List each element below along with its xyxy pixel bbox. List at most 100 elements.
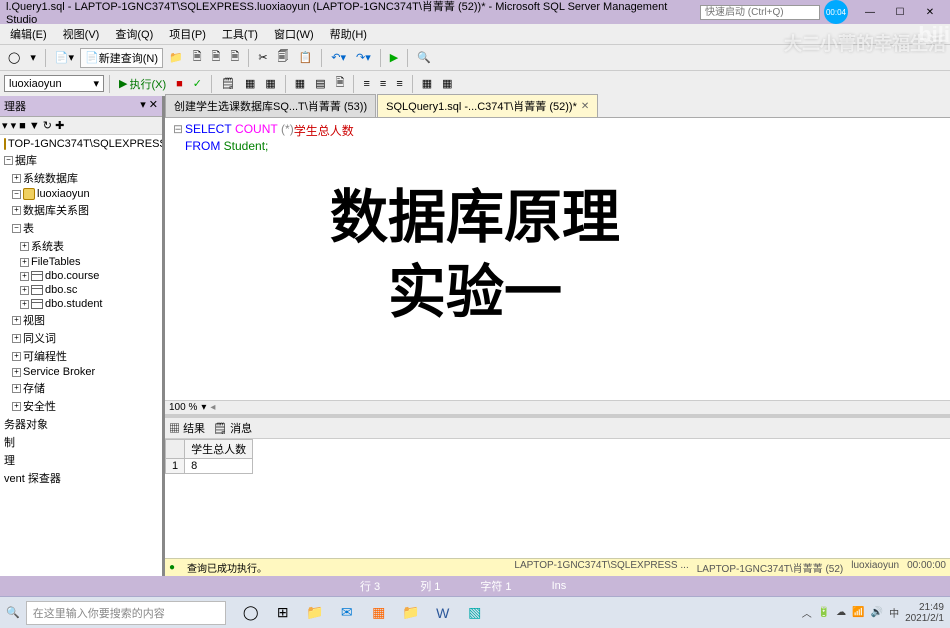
menu-tools[interactable]: 工具(T) — [216, 25, 264, 43]
tree-table-student[interactable]: +dbo.student — [0, 297, 162, 311]
stop-icon[interactable]: ■ — [172, 76, 187, 92]
cortana-icon[interactable]: ◯ — [240, 602, 262, 624]
tab-sqlquery1[interactable]: SQLQuery1.sql -...C374T\肖菁菁 (52))*✕ — [377, 94, 598, 117]
object-tree[interactable]: TOP-1GNC374T\SQLEXPRESS (SQ −据库 +系统数据库 −… — [0, 135, 162, 576]
app1-icon[interactable]: ▦ — [368, 602, 390, 624]
minimize-button[interactable]: — — [856, 4, 884, 20]
status-time: 00:00:00 — [907, 560, 946, 575]
menu-project[interactable]: 项目(P) — [163, 25, 212, 43]
doc-icon[interactable]: 🗎 — [189, 46, 206, 69]
object-explorer: 理器 ▾ ✕ ▾ ▾ ■ ▼ ↻ ✚ TOP-1GNC374T\SQLEXPRE… — [0, 96, 165, 576]
tray-battery-icon[interactable]: 🔋 — [818, 607, 830, 618]
status-ok-icon: ● — [169, 562, 175, 573]
misc2-icon[interactable]: ▦ — [438, 75, 456, 92]
results-tab[interactable]: ▦ 结果 — [169, 420, 205, 436]
tray-clock[interactable]: 21:49 2021/2/1 — [905, 602, 944, 624]
taskview-icon[interactable]: ⊞ — [272, 602, 294, 624]
tree-table-sc[interactable]: +dbo.sc — [0, 283, 162, 297]
misc1-icon[interactable]: ▦ — [418, 75, 436, 92]
tree-userdb[interactable]: −luoxiaoyun — [0, 187, 162, 201]
tree-databases[interactable]: −据库 — [0, 151, 162, 169]
tree-xevent[interactable]: vent 探查器 — [0, 469, 162, 487]
close-button[interactable]: ✕ — [916, 4, 944, 20]
zoom-level[interactable]: 100 % — [169, 402, 197, 413]
status-user: LAPTOP-1GNC374T\肖菁菁 (52) — [697, 560, 844, 575]
status-message: 查询已成功执行。 — [187, 560, 267, 575]
database-combo[interactable]: luoxiaoyun▾ — [4, 75, 104, 92]
new-query-button[interactable]: 📄 新建查询(N) — [80, 48, 163, 68]
quick-launch-input[interactable] — [700, 5, 820, 20]
outdent-icon[interactable]: ≡ — [376, 76, 390, 92]
undo-icon[interactable]: ↶▾ — [327, 49, 350, 66]
explorer-icon[interactable]: 📁 — [304, 602, 326, 624]
results-grid[interactable]: 学生总人数 18 — [165, 439, 950, 474]
tree-systables[interactable]: +系统表 — [0, 237, 162, 255]
result-cell[interactable]: 8 — [185, 459, 253, 474]
tree-diagram[interactable]: +数据库关系图 — [0, 201, 162, 219]
comment-icon[interactable]: ▶ — [386, 49, 402, 66]
indent-icon[interactable]: ≡ — [359, 76, 373, 92]
tray-chevron-icon[interactable]: ︿ — [802, 605, 812, 620]
tray-volume-icon[interactable]: 🔊 — [871, 607, 883, 618]
opts-icon[interactable]: ▦ — [241, 75, 259, 92]
menu-query[interactable]: 查询(Q) — [109, 25, 159, 43]
app3-icon[interactable]: ▧ — [464, 602, 486, 624]
parse-icon[interactable]: ✓ — [189, 75, 206, 92]
sidebar-pin-controls[interactable]: ▾ ✕ — [140, 98, 158, 114]
status-db: luoxiaoyun — [851, 560, 899, 575]
back-icon[interactable]: ◯ — [4, 49, 24, 66]
tree-server[interactable]: TOP-1GNC374T\SQLEXPRESS (SQ — [0, 137, 162, 151]
execute-button[interactable]: ▶ 执行(X) — [115, 75, 170, 93]
tray-wifi-icon[interactable]: 📶 — [852, 607, 864, 618]
doc3-icon[interactable]: 🗎 — [226, 46, 243, 69]
tree-tables[interactable]: −表 — [0, 219, 162, 237]
app2-icon[interactable]: 📁 — [400, 602, 422, 624]
tree-synonym[interactable]: +同义词 — [0, 329, 162, 347]
sql-editor[interactable]: ⊟SELECT COUNT (*)学生总人数 FROM Student; — [165, 118, 950, 400]
find-icon[interactable]: 🔍 — [413, 49, 435, 66]
open-icon[interactable]: 📁 — [165, 49, 187, 66]
tray-ime[interactable]: 中 — [889, 605, 899, 620]
cut-icon[interactable]: ✂ — [254, 49, 271, 66]
redo-icon[interactable]: ↷▾ — [352, 49, 375, 66]
tab-close-icon[interactable]: ✕ — [581, 101, 589, 112]
text-icon[interactable]: ▤ — [311, 75, 329, 92]
tree-table-course[interactable]: +dbo.course — [0, 269, 162, 283]
forward-icon[interactable]: ▾ — [26, 49, 40, 66]
plan-icon[interactable]: 🗒 — [217, 75, 239, 92]
taskbar-search[interactable]: 在这里输入你要搜索的内容 — [26, 601, 226, 625]
tree-serverobj[interactable]: 务器对象 — [0, 415, 162, 433]
tree-views[interactable]: +视图 — [0, 311, 162, 329]
tree-security[interactable]: +安全性 — [0, 397, 162, 415]
new-icon[interactable]: 📄▾ — [51, 49, 78, 66]
menu-window[interactable]: 窗口(W) — [268, 25, 320, 43]
tree-sysdb[interactable]: +系统数据库 — [0, 169, 162, 187]
tree-filetables[interactable]: +FileTables — [0, 255, 162, 269]
status-server: LAPTOP-1GNC374T\SQLEXPRESS ... — [514, 560, 688, 575]
status-col: 列 1 — [400, 578, 460, 594]
word-icon[interactable]: W — [432, 602, 454, 624]
tree-repl[interactable]: 制 — [0, 433, 162, 451]
tab-create-db[interactable]: 创建学生选课数据库SQ...T\肖菁菁 (53)) — [165, 94, 376, 117]
sidebar-tools[interactable]: ▾ ▾ ■ ▼ ↻ ✚ — [0, 117, 162, 135]
tree-storage[interactable]: +存储 — [0, 379, 162, 397]
copy-icon[interactable]: 🗐 — [274, 46, 293, 69]
search-icon[interactable]: 🔍 — [6, 606, 20, 619]
comment2-icon[interactable]: ≡ — [392, 76, 406, 92]
mail-icon[interactable]: ✉ — [336, 602, 358, 624]
paste-icon[interactable]: 📋 — [295, 49, 317, 66]
menu-edit[interactable]: 编辑(E) — [4, 25, 53, 43]
tray-onedrive-icon[interactable]: ☁ — [836, 607, 846, 618]
maximize-button[interactable]: ☐ — [886, 4, 914, 20]
doc2-icon[interactable]: 🗎 — [208, 46, 225, 69]
tree-mgmt[interactable]: 理 — [0, 451, 162, 469]
file-icon[interactable]: 🗎 — [332, 72, 349, 95]
tree-sb[interactable]: +Service Broker — [0, 365, 162, 379]
menu-view[interactable]: 视图(V) — [57, 25, 106, 43]
window-title: l.Query1.sql - LAPTOP-1GNC374T\SQLEXPRES… — [6, 0, 700, 26]
stats-icon[interactable]: ▦ — [261, 75, 279, 92]
grid-icon[interactable]: ▦ — [291, 75, 309, 92]
tree-prog[interactable]: +可编程性 — [0, 347, 162, 365]
messages-tab[interactable]: 🗒 消息 — [213, 420, 252, 436]
menu-help[interactable]: 帮助(H) — [324, 25, 373, 43]
